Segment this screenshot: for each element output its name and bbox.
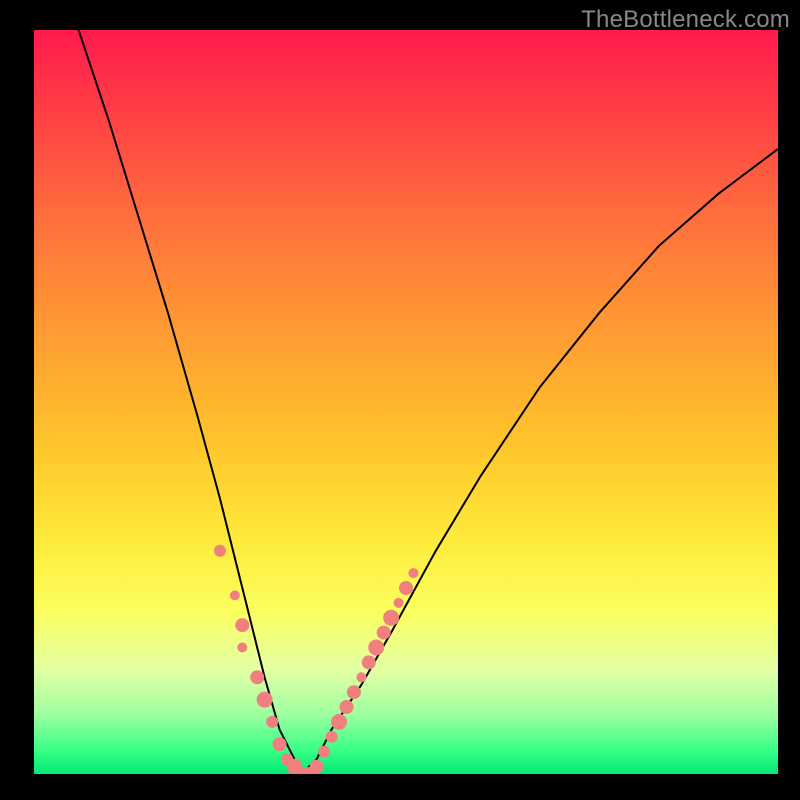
series-bottleneck-curve (79, 30, 778, 774)
chart-svg (34, 30, 778, 774)
marker-dot (266, 716, 278, 728)
watermark-text: TheBottleneck.com (581, 6, 790, 34)
marker-dot (394, 598, 404, 608)
marker-dot (377, 626, 391, 640)
chart-plot-area (34, 30, 778, 774)
marker-dot (237, 643, 247, 653)
marker-dot (399, 581, 413, 595)
marker-dot (408, 568, 418, 578)
marker-dot (326, 731, 338, 743)
marker-dot (214, 545, 226, 557)
marker-dot (356, 672, 366, 682)
marker-dot (310, 760, 324, 774)
marker-dot (362, 655, 376, 669)
marker-dot (250, 670, 264, 684)
marker-dot (340, 700, 354, 714)
marker-dot (347, 685, 361, 699)
marker-dot (383, 610, 399, 626)
marker-dot (230, 590, 240, 600)
marker-dot (235, 618, 249, 632)
marker-dot (318, 746, 330, 758)
marker-dot (331, 714, 347, 730)
marker-dot (273, 737, 287, 751)
chart-frame: TheBottleneck.com (0, 0, 800, 800)
marker-dot (368, 640, 384, 656)
curve-layer (79, 30, 778, 774)
markers-layer (214, 545, 418, 774)
marker-dot (257, 692, 273, 708)
